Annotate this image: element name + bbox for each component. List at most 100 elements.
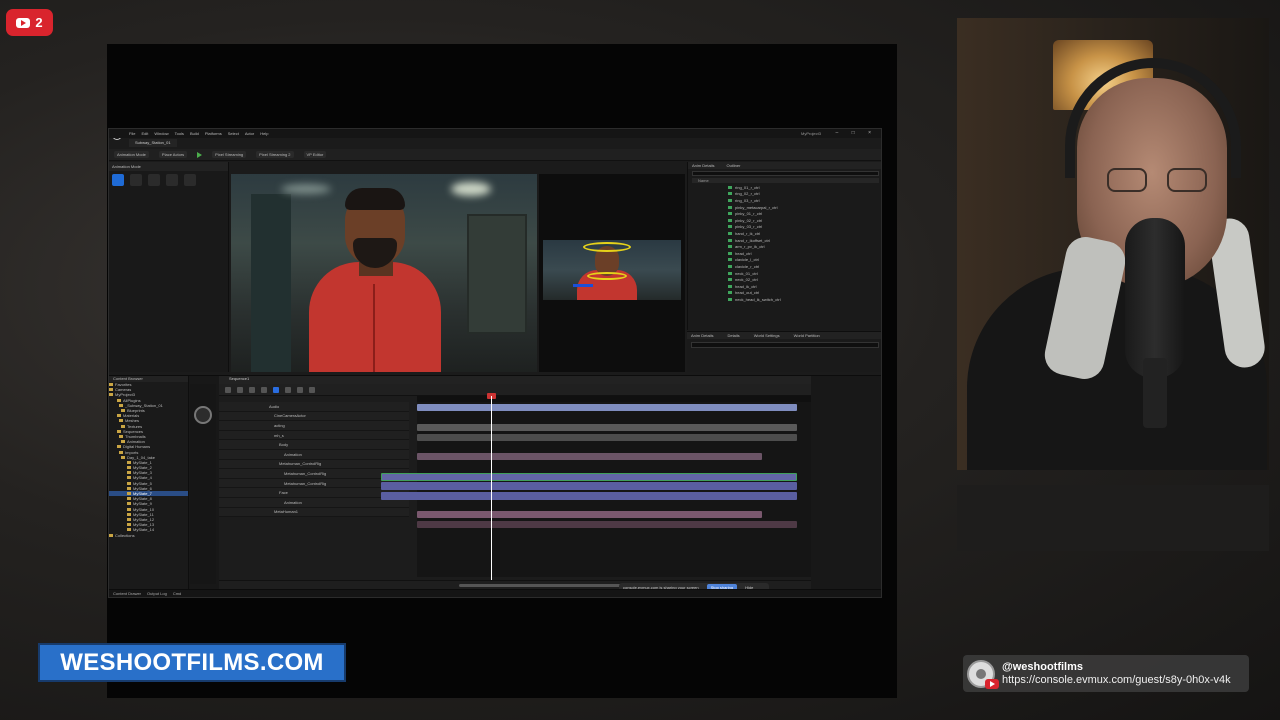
project-name: MyProject3 [800,131,821,136]
tab-world-settings[interactable]: World Settings [754,333,780,338]
select-tool-icon[interactable] [112,174,124,186]
menu-build[interactable]: Build [190,131,199,136]
outliner-item[interactable]: head_ik_ctrl [688,283,881,290]
sequencer-track[interactable]: mh_s [219,430,409,441]
outliner-item[interactable]: hand_r_ik_ctrl [688,230,881,237]
character-body [309,262,441,372]
camera-preview-viewport[interactable] [539,174,685,372]
menu-platforms[interactable]: Platforms [205,131,222,136]
metahuman-section[interactable] [417,521,797,528]
fps-icon[interactable] [297,386,303,393]
time-ruler[interactable] [417,396,811,402]
youtube-icon [985,678,999,689]
sequencer-track[interactable]: Audio [219,402,409,412]
outliner-panel: Anim Details Outliner Name ring_01_r_ctr… [687,162,881,330]
mode-tab-animation[interactable]: Animation Mode [112,164,141,169]
save-icon[interactable] [225,386,231,393]
vp-editor-button[interactable]: VP Editor [303,151,327,158]
outliner-item[interactable]: clavicle_l_ctrl [688,257,881,264]
window-controls[interactable]: – □ × [836,130,878,136]
main-toolbar: Animation Mode Place Actors Pixel Stream… [109,149,881,161]
animation-mode-panel: Animation Mode [109,162,229,372]
details-search-input[interactable] [691,342,879,348]
main-viewport[interactable] [231,174,537,372]
outliner-item[interactable]: pinky_metacarpal_r_ctrl [688,204,881,211]
outliner-search-input[interactable] [692,171,879,176]
camera-lock-icon[interactable] [309,386,315,393]
menu-file[interactable]: File [129,131,135,136]
pixel-streaming-button[interactable]: Pixel Streaming [212,151,247,158]
menu-tools[interactable]: Tools [175,131,184,136]
timeline-area[interactable] [381,396,811,577]
menu-select[interactable]: Select [228,131,239,136]
audio-section[interactable] [417,404,797,411]
outliner-item[interactable]: clavicle_r_ctrl [688,263,881,270]
asset-thumbnail[interactable] [194,406,212,424]
outliner-item[interactable]: ring_01_r_ctrl [688,184,881,191]
playhead-line[interactable] [491,396,492,586]
tab-outliner[interactable]: Outliner [726,163,740,168]
outliner-item[interactable]: arm_r_pv_ik_ctrl [688,243,881,250]
asset-grid [190,384,216,584]
sequencer-track[interactable]: Metahuman_ControlRig [219,459,409,470]
guest-link-card[interactable]: @weshootfilms https://console.evmux.com/… [963,655,1249,692]
menu-edit[interactable]: Edit [141,131,148,136]
place-actors-button[interactable]: Place Actors [158,151,188,158]
controlrig-section-3[interactable] [381,492,797,500]
tab-details[interactable]: Details [727,333,739,338]
menu-window[interactable]: Window [154,131,168,136]
outliner-item[interactable]: head_ctrl [688,250,881,257]
sequencer-track[interactable]: Animation [219,449,409,460]
sequencer-track[interactable]: CineCameraActor [219,411,409,422]
camera-section[interactable] [417,424,797,431]
outliner-header: Name [692,178,879,183]
add-icon[interactable] [237,386,243,393]
snap-icon[interactable] [285,386,291,393]
guest-url[interactable]: https://console.evmux.com/guest/s8y-0h0x… [1002,674,1231,686]
autokey-icon[interactable] [273,386,279,393]
webcam-feed [957,18,1269,470]
layers-tool-icon[interactable] [184,174,196,186]
mode-dropdown[interactable]: Animation Mode [114,151,149,158]
sequencer-tab[interactable]: Sequence1 [219,376,811,384]
filter-icon[interactable] [261,386,267,393]
controlrig-section-1[interactable] [381,473,797,481]
outliner-item[interactable]: ring_03_r_ctrl [688,197,881,204]
acting-section[interactable] [417,434,797,441]
play-icon[interactable] [197,151,203,158]
outliner-item[interactable]: ring_02_r_ctrl [688,191,881,198]
keyframe-icon[interactable] [249,386,255,393]
outliner-item[interactable]: neck_01_ctrl [688,270,881,277]
level-tab[interactable]: Subway_Station_01 [129,139,177,147]
outliner-item[interactable]: head_out_ctrl [688,290,881,297]
menu-help[interactable]: Help [260,131,268,136]
sequencer-track[interactable]: Body [219,440,409,450]
outliner-item[interactable]: hand_r_ikoffset_ctrl [688,237,881,244]
youtube-icon [16,17,31,28]
outliner-item[interactable]: neck_head_ik_switch_ctrl [688,296,881,303]
body-anim-section[interactable] [417,453,762,460]
cmd-input[interactable]: Cmd [173,591,181,596]
collections-header[interactable]: Collections [109,532,188,538]
sequencer-track[interactable]: acting [219,421,409,431]
tab-anim-details-2[interactable]: Anim Details [691,333,713,338]
menu-actor[interactable]: Actor [245,131,254,136]
face-anim-section[interactable] [417,511,762,518]
outliner-item[interactable]: pinky_01_r_ctrl [688,210,881,217]
pixel-streaming-2-button[interactable]: Pixel Streaming 2 [256,151,294,158]
outliner-item[interactable]: pinky_02_r_ctrl [688,217,881,224]
sequencer: Sequence1 Audio CineCameraActor acting mh_s… [219,376,811,590]
tab-world-partition[interactable]: World Partition [794,333,820,338]
outliner-item[interactable]: pinky_03_r_ctrl [688,224,881,231]
content-drawer-button[interactable]: Content Drawer [113,591,141,596]
pose-tool-icon[interactable] [130,174,142,186]
output-log-button[interactable]: Output Log [147,591,167,596]
controlrig-section-2[interactable] [381,482,797,490]
edit-tool-icon[interactable] [166,174,178,186]
tween-tool-icon[interactable] [148,174,160,186]
content-browser: Content Browser Favorites Cameras MyProj… [109,376,189,590]
notification-badge[interactable]: 2 [6,9,53,36]
tab-anim-details[interactable]: Anim Details [692,163,714,168]
sequencer-track[interactable]: MetaHuman1 [219,507,409,518]
outliner-item[interactable]: neck_02_ctrl [688,276,881,283]
